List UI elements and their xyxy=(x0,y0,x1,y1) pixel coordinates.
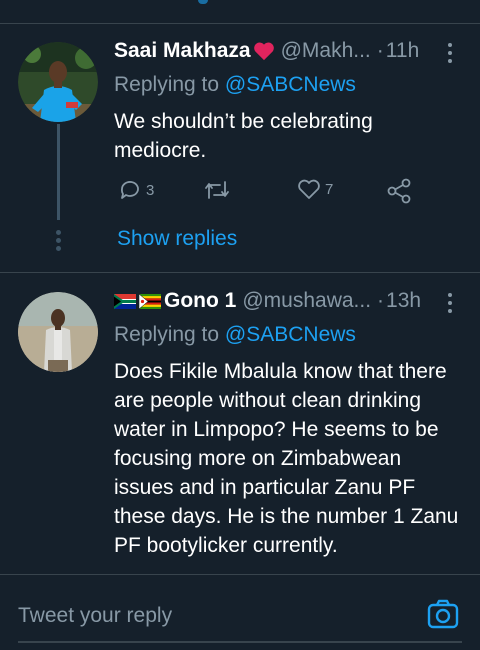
reply-input-underline xyxy=(18,641,462,643)
share-action[interactable] xyxy=(386,178,412,204)
avatar[interactable] xyxy=(18,292,98,372)
timestamp[interactable]: 13h xyxy=(386,289,421,313)
replying-prefix: Replying to xyxy=(114,73,220,96)
display-name[interactable]: Saai Makhaza xyxy=(114,39,251,63)
tweet-text: We shouldn’t be celebrating mediocre. xyxy=(114,110,373,162)
tweet-header: Saai Makhaza @Makh... · 11h xyxy=(114,39,419,63)
timestamp[interactable]: 11h xyxy=(386,39,419,63)
tweet-header: Gono 1 @mushawa... · 13h xyxy=(114,289,421,313)
tweet[interactable]: Gono 1 @mushawa... · 13h Replying to @SA… xyxy=(0,273,480,573)
reply-count: 3 xyxy=(146,181,155,199)
red-heart-icon xyxy=(253,41,275,61)
mention-link[interactable]: @SABCNews xyxy=(225,73,356,96)
like-count: 7 xyxy=(325,180,334,198)
retweet-icon xyxy=(205,181,229,199)
share-icon xyxy=(387,178,411,204)
avatar[interactable] xyxy=(18,42,98,122)
mention-link[interactable]: @SABCNews xyxy=(225,323,356,346)
camera-icon[interactable] xyxy=(426,597,460,631)
replying-to: Replying to @SABCNews xyxy=(114,73,356,97)
thread-dots xyxy=(56,230,61,251)
like-action[interactable]: 7 xyxy=(297,178,333,200)
user-handle[interactable]: @Makh... xyxy=(281,39,371,63)
tweet[interactable]: Saai Makhaza @Makh... · 11h Replying to … xyxy=(0,0,480,272)
heart-icon xyxy=(298,179,320,199)
reply-icon xyxy=(120,181,139,199)
separator-dot: · xyxy=(376,39,384,62)
retweet-action[interactable] xyxy=(202,178,236,202)
reply-composer xyxy=(0,574,480,650)
zimbabwe-flag-icon xyxy=(139,293,164,309)
tweet-text: Does Fikile Mbalula know that there are … xyxy=(114,360,459,557)
display-name[interactable]: Gono 1 xyxy=(164,289,236,313)
reply-action[interactable]: 3 xyxy=(118,178,154,202)
avatar-image xyxy=(18,292,98,372)
thread-line xyxy=(57,124,60,220)
more-options-icon[interactable] xyxy=(448,293,454,313)
replying-to: Replying to @SABCNews xyxy=(114,323,356,347)
separator-dot: · xyxy=(377,289,385,312)
user-handle[interactable]: @mushawa... xyxy=(242,289,371,313)
show-replies-link[interactable]: Show replies xyxy=(117,227,237,251)
replying-prefix: Replying to xyxy=(114,323,220,346)
south-africa-flag-icon xyxy=(114,293,139,309)
tweet-actions: 3 7 xyxy=(114,178,424,208)
avatar-image xyxy=(18,42,98,122)
more-options-icon[interactable] xyxy=(448,43,454,63)
reply-input[interactable] xyxy=(18,599,398,633)
